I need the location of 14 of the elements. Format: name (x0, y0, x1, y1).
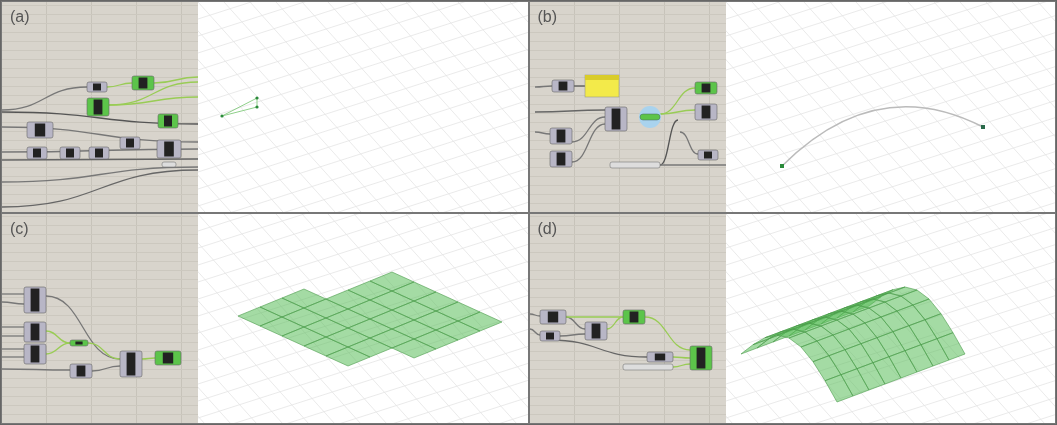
slider-node[interactable] (609, 161, 660, 169)
panel-label: (a) (10, 8, 30, 26)
panel-label: (d) (537, 219, 558, 238)
wire-line (572, 85, 586, 87)
panel-label: (c) (10, 219, 29, 238)
wire-line (141, 356, 156, 360)
panel-label: (b) (537, 8, 558, 26)
slider-node[interactable] (622, 363, 673, 370)
slider-node[interactable] (161, 161, 177, 168)
wire-line (533, 131, 551, 135)
wire-line (533, 85, 553, 88)
wire-line (91, 364, 121, 372)
panel-node[interactable] (584, 74, 619, 98)
wire-line (671, 355, 691, 359)
